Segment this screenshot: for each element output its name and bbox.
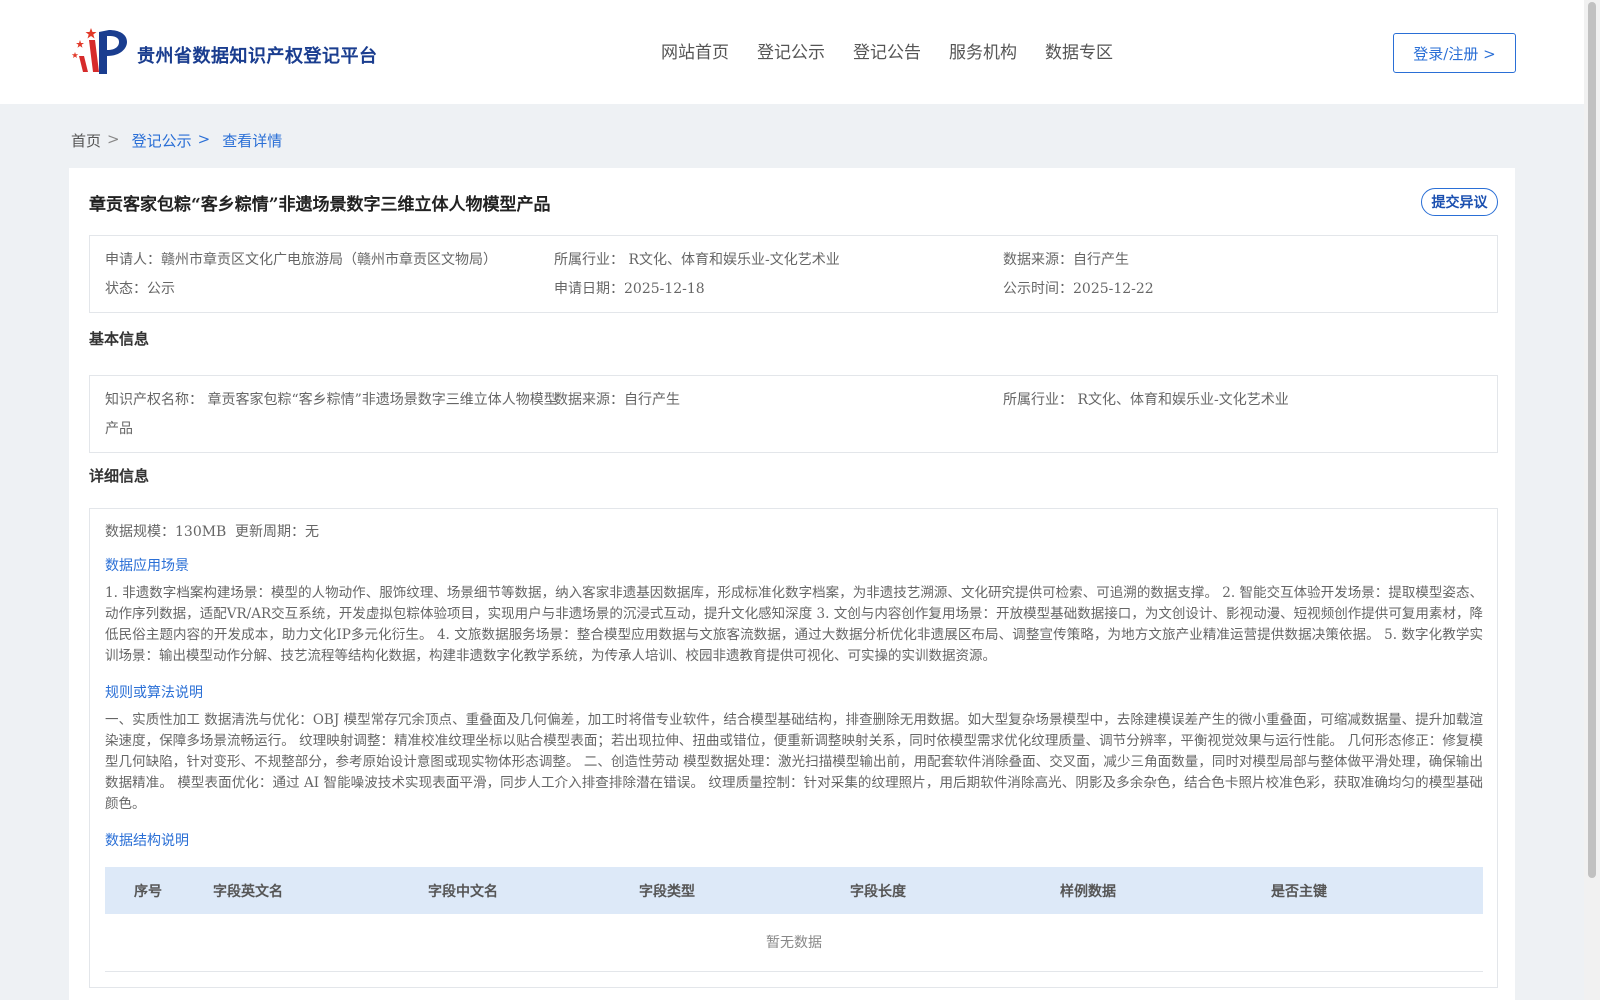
ip-name-continued: 产品 (105, 421, 133, 437)
applicant: 申请人：赣州市章贡区文化广电旅游局（赣州市章贡区文物局） (105, 252, 497, 268)
industry: 所属行业： R文化、体育和娱乐业-文化艺术业 (554, 252, 840, 268)
apply-date: 申请日期：2025-12-18 (554, 281, 705, 297)
data-source: 数据来源：自行产生 (1003, 252, 1129, 268)
col-primary-key: 是否主键 (1271, 884, 1327, 900)
breadcrumb: 首页 > 登记公示 > 查看详情 (71, 130, 282, 151)
publish-date: 公示时间：2025-12-22 (1003, 281, 1154, 297)
detail-info-box: 数据规模：130MB 更新周期：无 数据应用场景 1. 非遗数字档案构建场景：模… (89, 508, 1498, 988)
col-field-type: 字段类型 (639, 884, 695, 900)
application-scenario-text: 1. 非遗数字档案构建场景：模型的人物动作、服饰纹理、场景细节等数据，纳入客家非… (105, 585, 1483, 664)
page-scrollbar[interactable] (1584, 0, 1600, 1000)
nav-data-zone[interactable]: 数据专区 (1045, 38, 1113, 63)
basic-industry: 所属行业： R文化、体育和娱乐业-文化艺术业 (1003, 392, 1289, 408)
breadcrumb-separator: > (197, 130, 211, 148)
application-scenario-title: 数据应用场景 (105, 558, 189, 574)
record-title: 章贡客家包粽“客乡粽情”非遗场景数字三维立体人物模型产品 (89, 195, 551, 215)
login-register-button[interactable]: 登录/注册 > (1393, 33, 1516, 73)
rules-title: 规则或算法说明 (105, 685, 203, 701)
col-sample: 样例数据 (1060, 884, 1116, 900)
breadcrumb-registration-publicity[interactable]: 登记公示 (132, 130, 192, 151)
col-field-cn: 字段中文名 (428, 884, 498, 900)
rules-text: 一、实质性加工 数据清洗与优化：OBJ 模型常存冗余顶点、重叠面及几何偏差，加工… (105, 712, 1483, 812)
platform-logo-icon (71, 28, 127, 74)
basic-data-source: 数据来源：自行产生 (554, 392, 680, 408)
col-field-length: 字段长度 (850, 884, 906, 900)
scrollbar-thumb[interactable] (1588, 2, 1596, 878)
main-nav: 网站首页 登记公示 登记公告 服务机构 数据专区 (661, 38, 1113, 63)
breadcrumb-home[interactable]: 首页 (71, 130, 101, 151)
data-structure-title: 数据结构说明 (105, 833, 189, 849)
table-empty-state: 暂无数据 (105, 914, 1483, 972)
summary-box: 申请人：赣州市章贡区文化广电旅游局（赣州市章贡区文物局） 所属行业： R文化、体… (89, 235, 1498, 313)
breadcrumb-separator: > (107, 130, 120, 148)
breadcrumb-view-details[interactable]: 查看详情 (222, 130, 282, 151)
top-header: 贵州省数据知识产权登记平台 网站首页 登记公示 登记公告 服务机构 数据专区 登… (0, 0, 1584, 104)
status: 状态：公示 (105, 281, 175, 297)
detail-info-title: 详细信息 (89, 467, 150, 485)
col-field-en: 字段英文名 (213, 884, 283, 900)
nav-registration-announcement[interactable]: 登记公告 (853, 38, 921, 63)
basic-info-title: 基本信息 (89, 330, 150, 348)
basic-info-box: 知识产权名称： 章贡客家包粽“客乡粽情”非遗场景数字三维立体人物模型 产品 数据… (89, 375, 1498, 453)
submit-objection-button[interactable]: 提交异议 (1421, 188, 1498, 216)
data-scale: 数据规模：130MB (105, 524, 227, 540)
nav-home[interactable]: 网站首页 (661, 38, 729, 63)
site-title[interactable]: 贵州省数据知识产权登记平台 (137, 42, 378, 68)
ip-name: 知识产权名称： 章贡客家包粽“客乡粽情”非遗场景数字三维立体人物模型 (105, 392, 558, 408)
nav-service-agencies[interactable]: 服务机构 (949, 38, 1017, 63)
nav-registration-publicity[interactable]: 登记公示 (757, 38, 825, 63)
detail-card: 章贡客家包粽“客乡粽情”非遗场景数字三维立体人物模型产品 提交异议 申请人：赣州… (69, 168, 1515, 1000)
update-cycle: 更新周期：无 (235, 524, 319, 540)
col-index: 序号 (134, 884, 162, 900)
table-header: 序号 字段英文名 字段中文名 字段类型 字段长度 样例数据 是否主键 (105, 867, 1483, 914)
